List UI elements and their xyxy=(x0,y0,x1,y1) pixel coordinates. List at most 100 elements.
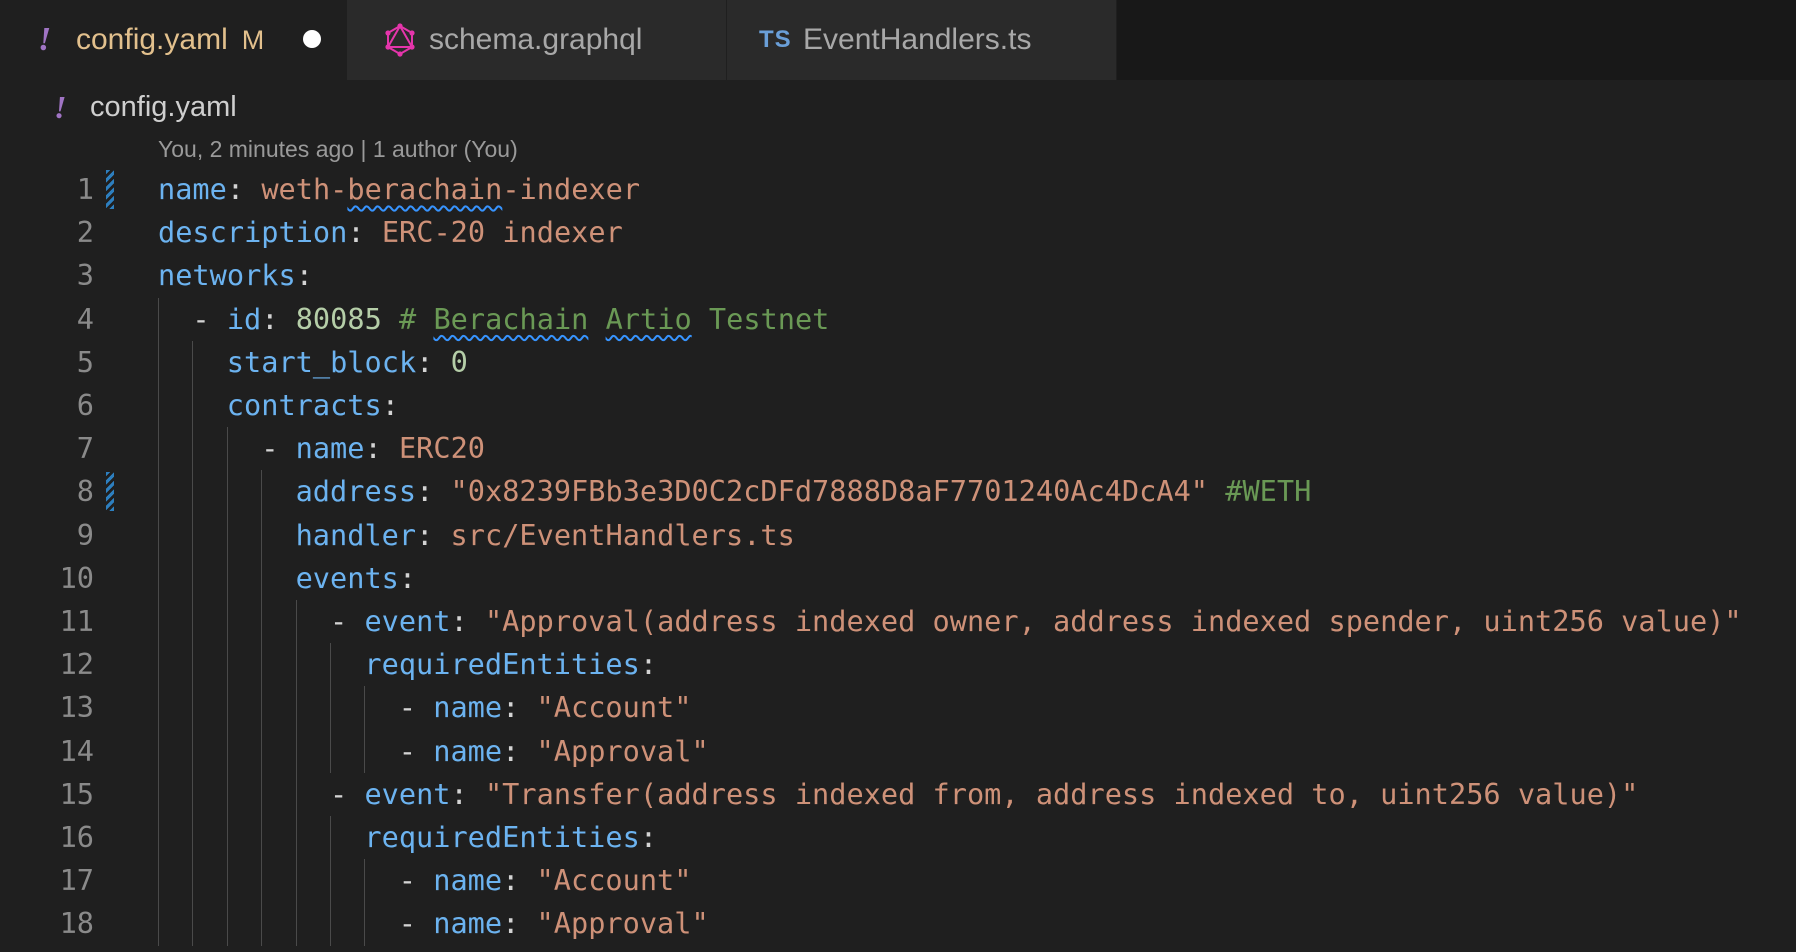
indent-guide xyxy=(364,686,366,730)
line-number[interactable]: 3 xyxy=(0,254,94,297)
yaml-comment: Berachain xyxy=(433,301,589,336)
indent-guide xyxy=(158,859,159,903)
indent-guide xyxy=(261,729,263,773)
breadcrumb[interactable]: ! config.yaml xyxy=(0,80,1796,134)
code-line[interactable]: 6 contracts: xyxy=(0,384,1796,428)
indent-guide xyxy=(226,902,228,946)
code-text[interactable]: contracts: xyxy=(227,384,399,427)
yaml-punctuation: : xyxy=(502,690,537,725)
code-line[interactable]: 14 - name: "Approval" xyxy=(0,729,1796,773)
line-number[interactable]: 11 xyxy=(0,600,94,643)
breadcrumb-file[interactable]: config.yaml xyxy=(90,91,237,124)
indent-guide xyxy=(261,816,263,860)
git-modified-gutter-marker[interactable] xyxy=(106,170,114,209)
yaml-string: src/EventHandlers.ts xyxy=(450,517,795,552)
line-number[interactable]: 17 xyxy=(0,859,94,902)
code-line[interactable]: 3 networks: xyxy=(0,254,1796,297)
code-text[interactable]: requiredEntities: xyxy=(364,643,657,686)
code-text[interactable]: - event: "Approval(address indexed owner… xyxy=(330,600,1742,643)
indent-guide xyxy=(295,902,297,946)
yaml-punctuation: : xyxy=(226,172,262,206)
yaml-punctuation: : xyxy=(639,820,658,854)
indent-guide xyxy=(364,902,366,946)
indent-guide xyxy=(295,729,297,773)
code-text[interactable]: - id: 80085 # Berachain Artio Testnet xyxy=(192,298,829,341)
code-line[interactable]: 9 handler: src/EventHandlers.ts xyxy=(0,513,1796,557)
indent-guide xyxy=(295,816,297,860)
yaml-key: event xyxy=(364,776,451,811)
code-line[interactable]: 2 description: ERC-20 indexer xyxy=(0,211,1796,254)
indent-guide xyxy=(158,556,159,600)
tab-eventhandlers-ts[interactable]: TS EventHandlers.ts xyxy=(727,0,1117,80)
line-number[interactable]: 12 xyxy=(0,643,94,686)
code-line[interactable]: 11 - event: "Approval(address indexed own… xyxy=(0,600,1796,644)
tab-schema-graphql[interactable]: schema.graphql xyxy=(347,0,727,80)
code-text[interactable]: networks: xyxy=(158,254,313,297)
code-text[interactable]: address: "0x8239FBb3e3D0C2cDFd7888D8aF77… xyxy=(296,470,1312,513)
line-number[interactable]: 9 xyxy=(0,514,94,557)
yaml-punctuation: : xyxy=(502,863,537,898)
tab-config-yaml[interactable]: ! config.yaml M xyxy=(0,0,347,80)
code-text[interactable]: requiredEntities: xyxy=(364,816,657,859)
indent-guide xyxy=(226,513,228,557)
yaml-punctuation: : xyxy=(450,776,485,811)
indent-guide xyxy=(192,686,194,730)
indent-guide xyxy=(295,686,297,730)
unsaved-dot-icon[interactable] xyxy=(303,30,321,48)
code-line[interactable]: 5 start_block: 0 xyxy=(0,340,1796,384)
line-number[interactable]: 4 xyxy=(0,298,94,341)
indent-guide xyxy=(192,643,194,687)
code-line[interactable]: 7 - name: ERC20 xyxy=(0,427,1796,471)
code-line[interactable]: 12 requiredEntities: xyxy=(0,643,1796,687)
yaml-punctuation: - xyxy=(398,906,434,941)
yaml-punctuation: : xyxy=(450,604,485,638)
indent-guide xyxy=(158,729,159,773)
code-line[interactable]: 10 events: xyxy=(0,556,1796,600)
code-text[interactable]: - name: "Approval" xyxy=(399,902,709,945)
code-text[interactable]: start_block: 0 xyxy=(227,341,468,384)
code-line[interactable]: 8 address: "0x8239FBb3e3D0C2cDFd7888D8aF7… xyxy=(0,470,1796,514)
line-number[interactable]: 13 xyxy=(0,686,94,729)
line-number[interactable]: 5 xyxy=(0,341,94,384)
code-text[interactable]: - event: "Transfer(address indexed from,… xyxy=(330,773,1638,816)
yaml-string: "Approval" xyxy=(536,733,709,768)
code-text[interactable]: name: weth-berachain-indexer xyxy=(158,168,640,211)
code-text[interactable]: handler: src/EventHandlers.ts xyxy=(296,514,795,557)
code-line[interactable]: 13 - name: "Account" xyxy=(0,686,1796,730)
line-number[interactable]: 1 xyxy=(0,168,94,211)
code-line[interactable]: 15 - event: "Transfer(address indexed fro… xyxy=(0,772,1796,816)
line-number[interactable]: 8 xyxy=(0,470,94,513)
line-number[interactable]: 7 xyxy=(0,427,94,470)
yaml-punctuation: : xyxy=(502,733,537,768)
code-text[interactable]: events: xyxy=(296,557,417,600)
yaml-key: id xyxy=(226,301,262,336)
yaml-punctuation: - xyxy=(261,431,296,466)
indent-guide xyxy=(158,902,159,946)
line-number[interactable]: 10 xyxy=(0,557,94,600)
git-modified-gutter-marker[interactable] xyxy=(106,472,114,512)
code-text[interactable]: - name: ERC20 xyxy=(261,427,485,470)
line-number[interactable]: 18 xyxy=(0,902,94,945)
yaml-punctuation: - xyxy=(330,604,365,638)
line-number[interactable]: 16 xyxy=(0,816,94,859)
code-line[interactable]: 17 - name: "Account" xyxy=(0,859,1796,903)
code-text[interactable]: description: ERC-20 indexer xyxy=(158,211,623,254)
code-line[interactable]: 4 - id: 80085 # Berachain Artio Testnet xyxy=(0,297,1796,341)
yaml-file-icon: ! xyxy=(38,21,52,58)
code-editor[interactable]: 1 name: weth-berachain-indexer 2 descriptio… xyxy=(0,168,1796,952)
git-blame-annotation[interactable]: You, 2 minutes ago | 1 author (You) xyxy=(158,136,518,163)
line-number[interactable]: 6 xyxy=(0,384,94,427)
indent-guide xyxy=(330,859,331,903)
indent-guide xyxy=(226,859,228,903)
code-text[interactable]: - name: "Approval" xyxy=(399,730,709,773)
line-number[interactable]: 15 xyxy=(0,773,94,816)
code-text[interactable]: - name: "Account" xyxy=(399,859,692,902)
code-text[interactable]: - name: "Account" xyxy=(399,686,692,729)
yaml-string: berachain xyxy=(347,172,503,206)
code-line[interactable]: 16 requiredEntities: xyxy=(0,816,1796,860)
code-line[interactable]: 18 - name: "Approval" xyxy=(0,902,1796,946)
code-line[interactable]: 1 name: weth-berachain-indexer xyxy=(0,168,1796,211)
line-number[interactable]: 14 xyxy=(0,730,94,773)
line-number[interactable]: 2 xyxy=(0,211,94,254)
indent-guide xyxy=(158,686,159,730)
